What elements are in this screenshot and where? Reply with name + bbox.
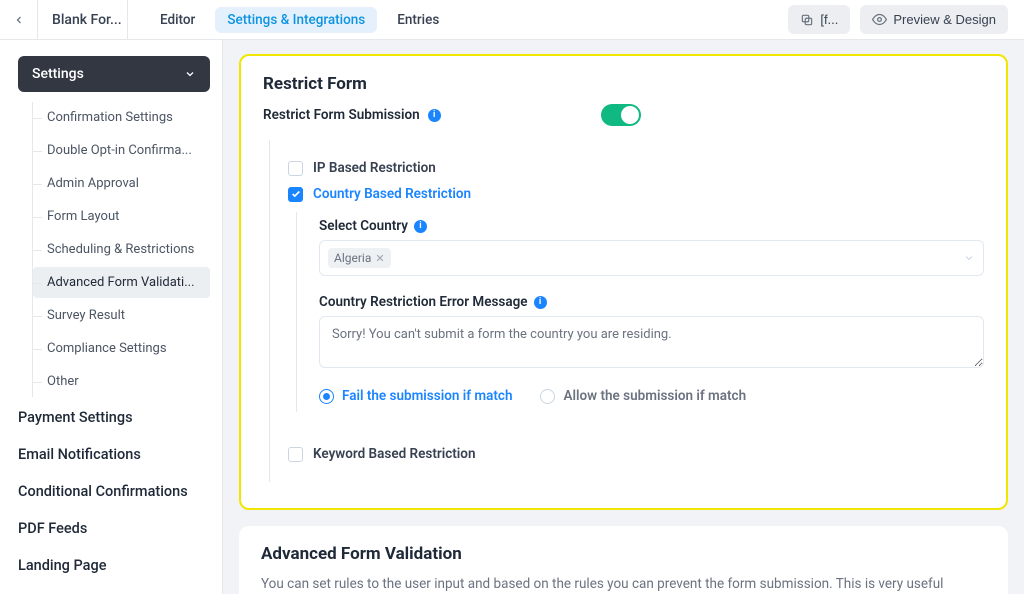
restrict-toggle-row: Restrict Form Submission i	[263, 104, 984, 126]
info-icon[interactable]: i	[428, 109, 441, 122]
sidebar-item-double-optin[interactable]: Double Opt-in Confirma...	[33, 135, 210, 166]
sidebar-group-quiz[interactable]: Quiz Settings	[18, 584, 210, 594]
radio-dot-icon	[319, 389, 334, 404]
select-country-label: Select Country i	[319, 218, 984, 234]
match-policy-radio-group: Fail the submission if match Allow the s…	[319, 388, 984, 404]
country-tag-algeria[interactable]: Algeria ✕	[328, 248, 391, 268]
shortcode-label: [f...	[820, 12, 838, 27]
error-message-label: Country Restriction Error Message i	[319, 294, 984, 310]
tab-editor[interactable]: Editor	[148, 7, 207, 33]
restrict-toggle-label: Restrict Form Submission	[263, 107, 420, 123]
panel-title-restrict: Restrict Form	[263, 74, 984, 94]
restrict-form-panel: Restrict Form Restrict Form Submission i…	[239, 54, 1008, 510]
main: Settings Confirmation Settings Double Op…	[0, 40, 1024, 594]
preview-button[interactable]: Preview & Design	[860, 5, 1008, 34]
radio-fail-if-match[interactable]: Fail the submission if match	[319, 388, 512, 404]
chevron-down-icon	[184, 68, 196, 80]
sidebar-group-conditional[interactable]: Conditional Confirmations	[18, 473, 210, 510]
top-right: [f... Preview & Design	[788, 5, 1008, 34]
tab-settings[interactable]: Settings & Integrations	[215, 7, 377, 33]
sidebar-group-payment[interactable]: Payment Settings	[18, 399, 210, 436]
top-left: Blank For... Editor Settings & Integrati…	[0, 0, 451, 39]
sidebar-tree: Confirmation Settings Double Opt-in Conf…	[32, 102, 210, 397]
country-select[interactable]: Algeria ✕	[319, 240, 984, 276]
advanced-validation-panel: Advanced Form Validation You can set rul…	[239, 526, 1008, 594]
checkbox-keyword-label: Keyword Based Restriction	[313, 446, 476, 462]
country-config-block: Select Country i Algeria ✕ Country Restr…	[296, 212, 984, 412]
top-bar: Blank For... Editor Settings & Integrati…	[0, 0, 1024, 40]
radio-allow-label: Allow the submission if match	[563, 388, 746, 404]
content-area: Restrict Form Restrict Form Submission i…	[223, 40, 1024, 594]
checkbox-ip-restriction[interactable]: IP Based Restriction	[288, 160, 984, 176]
sidebar-item-advanced-validation[interactable]: Advanced Form Validati...	[33, 267, 210, 298]
sidebar-group-email[interactable]: Email Notifications	[18, 436, 210, 473]
panel-title-advanced: Advanced Form Validation	[261, 544, 986, 564]
checkbox-keyword-restriction[interactable]: Keyword Based Restriction	[288, 446, 984, 462]
chevron-left-icon	[13, 14, 25, 26]
sidebar-group-landing[interactable]: Landing Page	[18, 547, 210, 584]
restrict-toggle-switch[interactable]	[601, 104, 641, 126]
sidebar-item-admin-approval[interactable]: Admin Approval	[33, 168, 210, 199]
restrict-options-block: IP Based Restriction Country Based Restr…	[269, 140, 984, 482]
sidebar: Settings Confirmation Settings Double Op…	[0, 40, 223, 594]
info-icon[interactable]: i	[534, 296, 547, 309]
form-title[interactable]: Blank For...	[38, 0, 128, 39]
country-tag-label: Algeria	[334, 251, 371, 265]
shortcode-button[interactable]: [f...	[788, 5, 850, 34]
checkbox-ip-label: IP Based Restriction	[313, 160, 436, 176]
tab-bar: Editor Settings & Integrations Entries	[148, 7, 451, 33]
sidebar-head-label: Settings	[32, 66, 84, 82]
radio-dot-icon	[540, 389, 555, 404]
sidebar-item-survey-result[interactable]: Survey Result	[33, 300, 210, 331]
sidebar-item-scheduling[interactable]: Scheduling & Restrictions	[33, 234, 210, 265]
sidebar-item-other[interactable]: Other	[33, 366, 210, 397]
sidebar-item-form-layout[interactable]: Form Layout	[33, 201, 210, 232]
sidebar-item-compliance[interactable]: Compliance Settings	[33, 333, 210, 364]
remove-tag-icon[interactable]: ✕	[375, 252, 384, 265]
copy-icon	[800, 13, 814, 27]
radio-fail-label: Fail the submission if match	[342, 388, 512, 404]
tab-entries[interactable]: Entries	[385, 7, 451, 33]
back-button[interactable]	[0, 0, 38, 39]
error-message-textarea[interactable]	[319, 316, 984, 368]
checkbox-country-label: Country Based Restriction	[313, 186, 471, 202]
eye-icon	[872, 12, 887, 27]
info-icon[interactable]: i	[414, 220, 427, 233]
chevron-down-icon	[963, 252, 975, 264]
checkbox-country-restriction[interactable]: Country Based Restriction	[288, 186, 984, 202]
radio-allow-if-match[interactable]: Allow the submission if match	[540, 388, 746, 404]
switch-knob	[621, 106, 639, 124]
sidebar-group-pdf[interactable]: PDF Feeds	[18, 510, 210, 547]
sidebar-item-confirmation[interactable]: Confirmation Settings	[33, 102, 210, 133]
advanced-description: You can set rules to the user input and …	[261, 574, 986, 594]
sidebar-head-settings[interactable]: Settings	[18, 56, 210, 92]
preview-label: Preview & Design	[893, 12, 996, 27]
